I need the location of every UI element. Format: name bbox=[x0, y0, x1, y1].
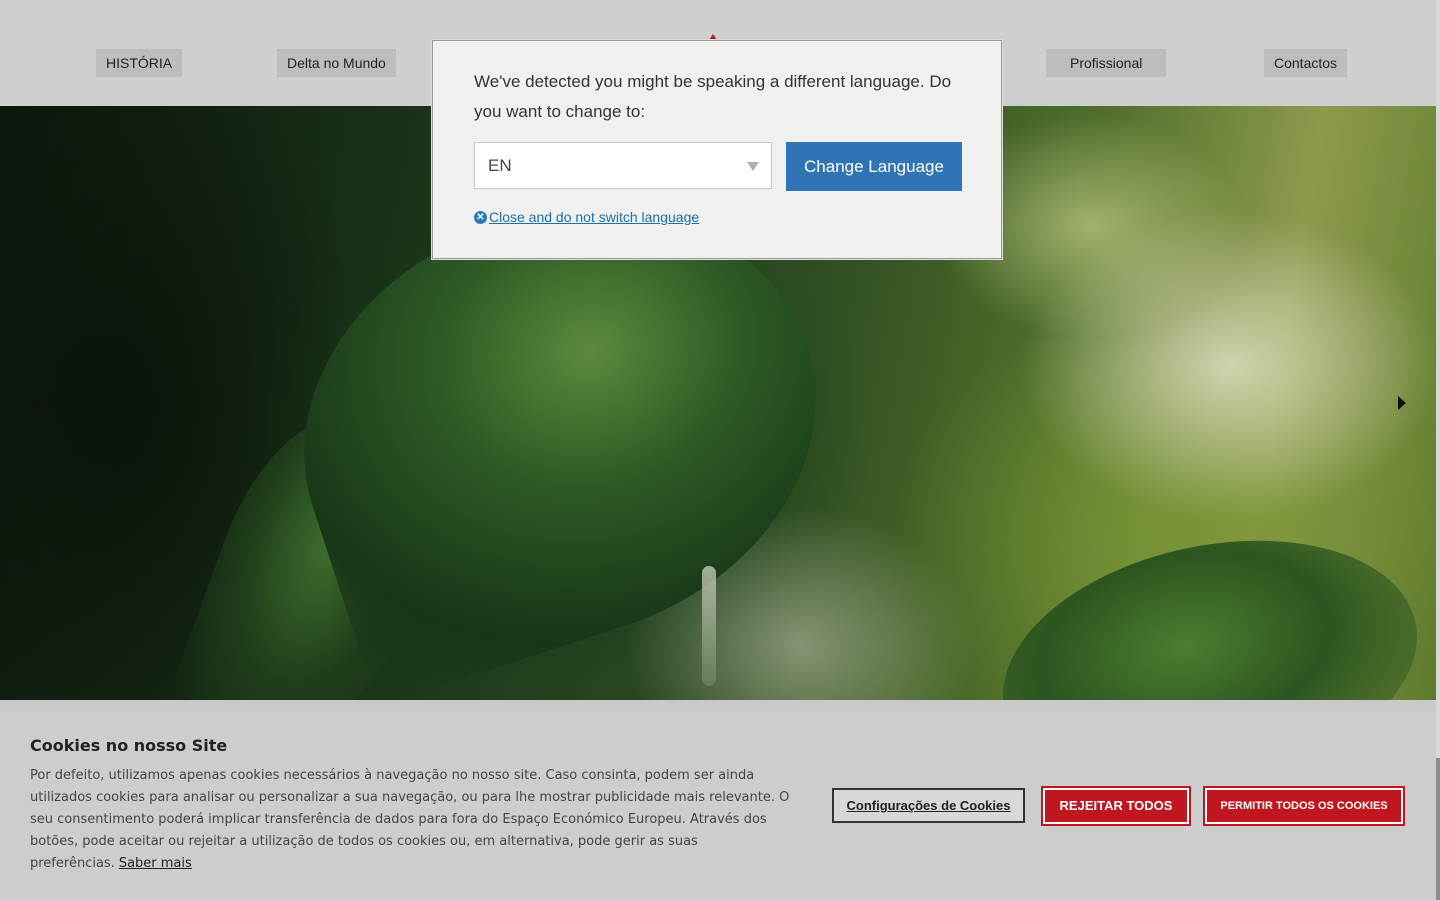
language-modal: We've detected you might be speaking a d… bbox=[432, 40, 1002, 259]
language-select-value: EN bbox=[488, 156, 512, 175]
slider-prev-icon[interactable] bbox=[30, 396, 38, 410]
cookie-settings-button[interactable]: Configurações de Cookies bbox=[832, 788, 1025, 823]
learn-more-link[interactable]: Saber mais bbox=[119, 856, 192, 871]
cookie-banner-title: Cookies no nosso Site bbox=[30, 736, 228, 755]
language-select[interactable]: EN bbox=[474, 142, 772, 189]
nav-item-historia[interactable]: HISTÓRIA bbox=[96, 49, 183, 77]
change-language-button[interactable]: Change Language bbox=[786, 142, 962, 191]
close-language-modal-label: Close and do not switch language bbox=[489, 209, 700, 225]
chevron-down-icon bbox=[747, 162, 759, 171]
accept-all-cookies-button[interactable]: PERMITIR TODOS OS COOKIES bbox=[1203, 786, 1405, 826]
close-language-modal-link[interactable]: ✕ Close and do not switch language bbox=[474, 209, 699, 225]
nav-item-profissional[interactable]: Profissional bbox=[1046, 49, 1167, 77]
scrollbar-thumb[interactable] bbox=[1436, 758, 1440, 900]
slider-next-icon[interactable] bbox=[1398, 396, 1406, 410]
reject-all-cookies-button[interactable]: REJEITAR TODOS bbox=[1041, 786, 1191, 826]
close-icon: ✕ bbox=[474, 210, 487, 224]
nav-item-contactos[interactable]: Contactos bbox=[1264, 49, 1348, 77]
hero-image-leaf bbox=[979, 504, 1436, 700]
nav-item-delta-no-mundo[interactable]: Delta no Mundo bbox=[277, 49, 396, 77]
hero-image-droplet bbox=[702, 566, 716, 686]
cookie-banner-text: Por defeito, utilizamos apenas cookies n… bbox=[30, 765, 790, 875]
cookie-banner: Cookies no nosso Site Por defeito, utili… bbox=[0, 712, 1436, 900]
language-modal-message: We've detected you might be speaking a d… bbox=[474, 72, 952, 121]
